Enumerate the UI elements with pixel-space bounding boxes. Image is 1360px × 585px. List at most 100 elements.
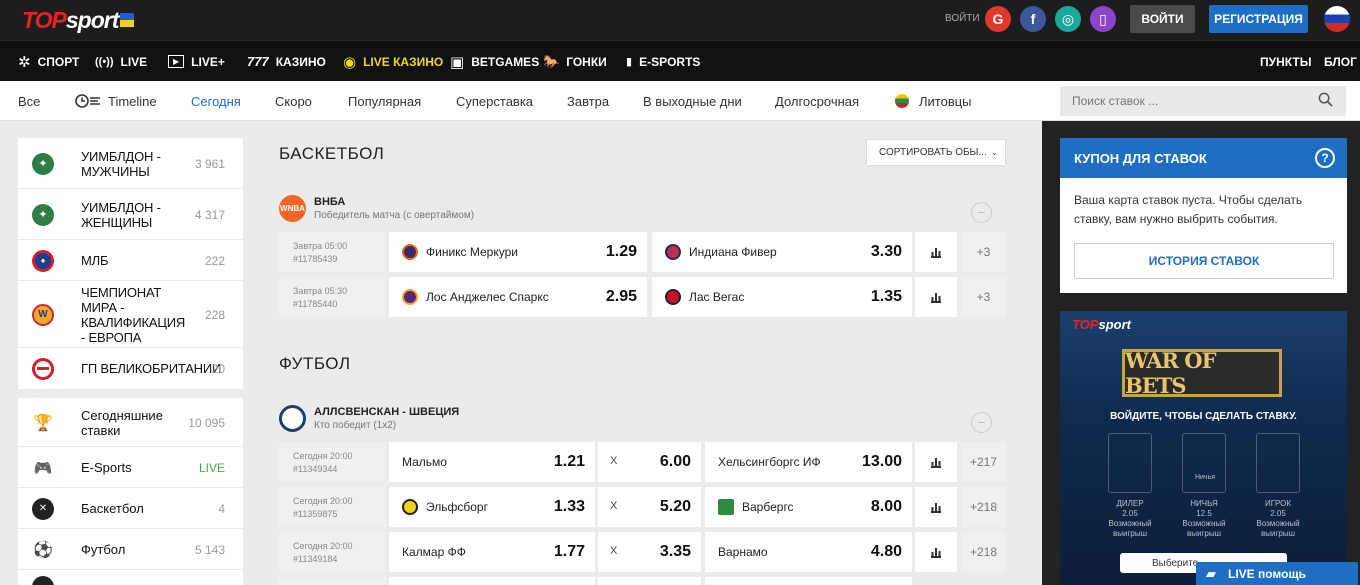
collapse-icon[interactable]: −	[971, 412, 992, 433]
f1-icon	[32, 357, 54, 380]
sidebar-item-next[interactable]	[18, 570, 243, 585]
team-logo-icon	[402, 289, 418, 305]
tab-tomorrow[interactable]: Завтра	[567, 81, 609, 121]
stats-icon[interactable]	[915, 442, 957, 482]
sidebar-item-esports[interactable]: 🎮 E-Sports LIVE	[18, 447, 243, 488]
odd-away[interactable]: Индиана Фивер 3.30	[652, 232, 912, 272]
odd-away[interactable]: Варнамо 4.80	[705, 532, 912, 572]
tab-soon[interactable]: Скоро	[275, 81, 312, 121]
sport-icon	[32, 576, 54, 585]
sidebar: ✦ УИМБЛДОН - МУЖЧИНЫ 3 961 ✦ УИМБЛДОН - …	[18, 138, 243, 585]
football-icon: ⚽	[33, 541, 53, 559]
more-markets-button[interactable]: +218	[961, 487, 1006, 527]
tab-today[interactable]: Сегодня	[191, 81, 241, 121]
tab-superbet[interactable]: Суперставка	[456, 81, 533, 121]
top-bar: TOP sport ВОЙТИ G f ◎ ▯ ВОЙТИ РЕГИСТРАЦИЯ	[0, 0, 1360, 40]
odd-home[interactable]: Эльфсборг 1.33	[389, 487, 595, 527]
more-markets-button[interactable]: +3	[961, 232, 1006, 272]
odd-away[interactable]: Лас Вегас 1.35	[652, 277, 912, 317]
slot-label: ДИЛЕР 2.05 Возможный выигрыш	[1108, 499, 1152, 538]
sidebar-item-basketball[interactable]: ✕ Баскетбол 4	[18, 488, 243, 529]
tab-timeline[interactable]: Timeline	[74, 81, 157, 121]
trophy-icon: 🏆	[33, 414, 53, 432]
sidebar-item-wc-qualification[interactable]: W ЧЕМПИОНАТ МИРА - КВАЛИФИКАЦИЯ - ЕВРОПА…	[18, 281, 243, 348]
collapse-icon[interactable]: −	[971, 202, 992, 223]
odd-home[interactable]: Мальмо 1.21	[389, 442, 595, 482]
language-flag-icon[interactable]	[1324, 6, 1350, 32]
banner-title: WAR OF BETS	[1122, 348, 1282, 398]
bet-coupon: КУПОН ДЛЯ СТАВОК ? Ваша карта ставок пус…	[1060, 138, 1347, 293]
nav-points[interactable]: ПУНКТЫ	[1260, 41, 1311, 82]
live-help-button[interactable]: ▰ LIVE помощь	[1196, 562, 1358, 585]
war-of-bets-banner[interactable]: TOPsport WAR OF BETS ВОЙДИТЕ, ЧТОБЫ СДЕЛ…	[1060, 311, 1347, 585]
nav-live-casino[interactable]: ◉ LIVE КАЗИНО	[343, 41, 443, 82]
more-markets-button[interactable]: +3	[961, 277, 1006, 317]
team-logo-icon	[665, 244, 681, 260]
tab-longterm[interactable]: Долгосрочная	[775, 81, 859, 121]
facebook-icon[interactable]: f	[1020, 6, 1046, 32]
help-icon[interactable]: ?	[1315, 148, 1335, 168]
nav-racing[interactable]: 🐎 ГОНКИ	[543, 41, 607, 82]
odd-away[interactable]: Хельсингборгс ИФ 13.00	[705, 442, 912, 482]
search-icon[interactable]	[1318, 92, 1333, 107]
more-markets-button[interactable]: +218	[961, 532, 1006, 572]
google-icon[interactable]: G	[985, 6, 1011, 32]
match-time: Завтра 05:00 #11785439	[279, 232, 386, 272]
stats-icon[interactable]	[915, 277, 957, 317]
odd-draw[interactable]: X 3.35	[598, 532, 701, 572]
tab-popular[interactable]: Популярная	[348, 81, 421, 121]
nav-live[interactable]: ((•)) LIVE	[95, 41, 147, 82]
sidebar-item-today-bets[interactable]: 🏆 Сегодняшние ставки 10 095	[18, 398, 243, 447]
odd-draw[interactable]: X 6.00	[598, 442, 701, 482]
stats-icon[interactable]	[915, 232, 957, 272]
mouse-icon: ▮	[626, 56, 633, 68]
stats-icon[interactable]	[915, 487, 957, 527]
nav-betgames[interactable]: ▣ BETGAMES	[450, 41, 539, 82]
match-time: Сегодня 20:00 #11349184	[279, 532, 386, 572]
betgames-icon: ▣	[450, 53, 465, 71]
tab-lithuanians[interactable]: Литовцы	[895, 81, 972, 121]
sidebar-item-wimbledon-women[interactable]: ✦ УИМБЛДОН - ЖЕНЩИНЫ 4 317	[18, 189, 243, 240]
topsport-logo[interactable]: TOP sport	[22, 7, 135, 33]
sidebar-item-british-gp[interactable]: ГП ВЕЛИКОБРИТАНИИ 20	[18, 348, 243, 389]
diia-icon[interactable]: ◎	[1055, 6, 1081, 32]
lithuania-flag-icon	[895, 94, 909, 108]
odd-away[interactable]: Варбергс 8.00	[705, 487, 912, 527]
odd-home[interactable]: Калмар ФФ 1.77	[389, 532, 595, 572]
team-logo-icon	[402, 499, 418, 515]
sort-dropdown[interactable]: СОРТИРОВАТЬ ОБЫ... ⌄	[866, 139, 1006, 166]
section-title-basketball: БАСКЕТБОЛ	[279, 144, 385, 163]
nav-blog[interactable]: БЛОГ	[1324, 41, 1357, 82]
login-label: ВОЙТИ	[945, 13, 980, 24]
wimbledon-icon: ✦	[32, 152, 54, 175]
odd-home[interactable]: Финикс Меркури 1.29	[389, 232, 647, 272]
match-row: Сегодня 20:00 #11349344 Мальмо 1.21 X 6.0…	[279, 442, 1006, 482]
nav-casino[interactable]: 777 КАЗИНО	[247, 41, 326, 82]
search-input[interactable]	[1060, 86, 1346, 116]
banner-slot-draw: Ничья	[1182, 433, 1226, 493]
odd-home[interactable]: Лос Анджелес Спаркс 2.95	[389, 277, 647, 317]
nav-live-plus[interactable]: ▶ LIVE+	[168, 41, 225, 82]
more-markets-button[interactable]: +217	[961, 442, 1006, 482]
nav-esports[interactable]: ▮ E-SPORTS	[626, 41, 700, 82]
nav-sport[interactable]: ✲ СПОРТ	[18, 41, 79, 82]
match-row: Сегодня 20:00 #11349184 Калмар ФФ 1.77 X …	[279, 532, 1006, 572]
login-button[interactable]: ВОЙТИ	[1130, 5, 1195, 33]
bet-history-button[interactable]: ИСТОРИЯ СТАВОК	[1074, 243, 1334, 279]
sidebar-item-wimbledon-men[interactable]: ✦ УИМБЛДОН - МУЖЧИНЫ 3 961	[18, 138, 243, 189]
odd-draw[interactable]: X 5.20	[598, 487, 701, 527]
banner-slot-dealer	[1108, 433, 1152, 493]
phone-icon[interactable]: ▯	[1090, 6, 1116, 32]
sidebar-item-mlb[interactable]: ● МЛБ 222	[18, 240, 243, 281]
sidebar-item-football[interactable]: ⚽ Футбол 5 143	[18, 529, 243, 570]
stats-icon[interactable]	[915, 532, 957, 572]
broadcast-icon: ((•))	[95, 55, 114, 68]
tab-all[interactable]: Все	[18, 81, 40, 121]
slot-label: ИГРОК 2.05 Возможный выигрыш	[1256, 499, 1300, 538]
mlb-icon: ●	[32, 249, 54, 272]
ball-icon: ✲	[18, 53, 31, 71]
tab-weekend[interactable]: В выходные дни	[643, 81, 742, 121]
register-button[interactable]: РЕГИСТРАЦИЯ	[1209, 5, 1308, 33]
gamepad-icon: 🎮	[33, 459, 53, 477]
coupon-empty-text: Ваша карта ставок пуста. Чтобы сделать с…	[1074, 193, 1303, 226]
